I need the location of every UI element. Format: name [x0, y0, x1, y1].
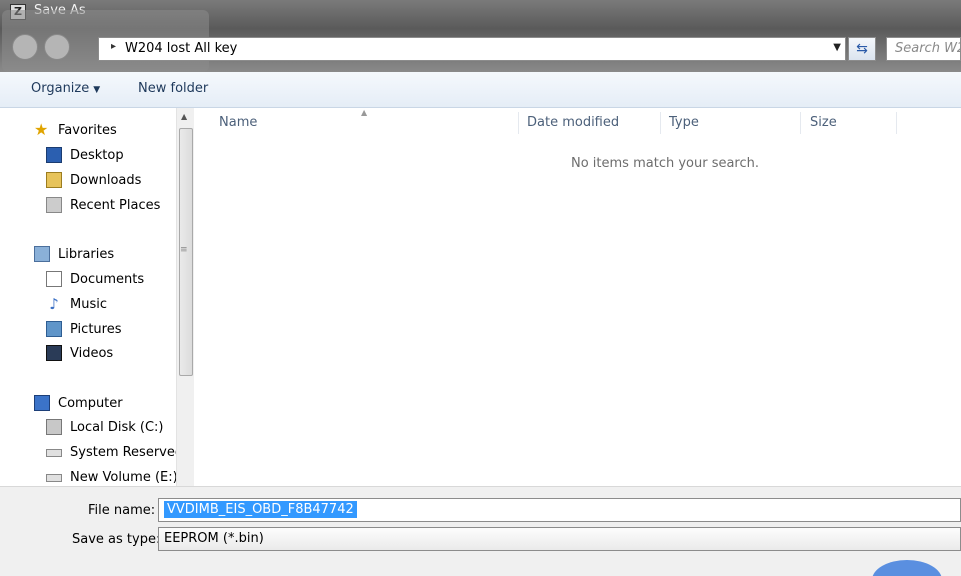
libraries-icon — [34, 246, 50, 262]
file-list[interactable]: ▲ Name Date modified Type Size No items … — [196, 108, 961, 486]
nav-pictures[interactable]: Pictures — [8, 319, 176, 341]
nav-label: Desktop — [70, 148, 124, 163]
drive-icon — [46, 449, 62, 457]
nav-label: Favorites — [58, 123, 117, 138]
new-folder-button[interactable]: New folder — [138, 81, 208, 96]
column-date-modified[interactable]: Date modified — [527, 115, 619, 130]
nav-label: Downloads — [70, 173, 142, 188]
documents-icon — [46, 271, 62, 287]
nav-label: Videos — [70, 346, 114, 361]
back-button[interactable] — [12, 34, 38, 60]
save-as-type-select[interactable]: EEPROM (*.bin) — [158, 527, 961, 551]
drive-icon — [46, 474, 62, 482]
nav-desktop[interactable]: Desktop — [8, 145, 176, 167]
pictures-icon — [46, 321, 62, 337]
column-type[interactable]: Type — [669, 115, 699, 130]
forward-button[interactable] — [44, 34, 70, 60]
sort-caret-icon: ▲ — [361, 108, 368, 117]
scroll-up-icon[interactable]: ▲ — [181, 112, 187, 121]
address-path: W204 lost All key — [125, 41, 238, 56]
nav-label: Pictures — [70, 322, 122, 337]
title-bar: Z Save As ▸ W204 lost All key ▼ ⇆ Search… — [0, 0, 961, 72]
save-as-type-label: Save as type: — [72, 532, 161, 547]
desktop-icon — [46, 147, 62, 163]
local-disk-icon — [46, 419, 62, 435]
videos-icon — [46, 345, 62, 361]
nav-label: Libraries — [58, 247, 115, 262]
grip-icon: ≡ — [180, 245, 188, 255]
search-input[interactable]: Search W20 — [886, 37, 961, 61]
nav-libraries[interactable]: Libraries — [8, 244, 176, 266]
star-icon: ★ — [34, 120, 49, 139]
nav-label: Recent Places — [70, 198, 161, 213]
column-divider[interactable] — [518, 112, 519, 134]
column-name[interactable]: Name — [219, 115, 257, 130]
nav-label: Documents — [70, 272, 145, 287]
nav-computer[interactable]: Computer — [8, 393, 176, 415]
nav-downloads[interactable]: Downloads — [8, 170, 176, 192]
column-divider[interactable] — [896, 112, 897, 134]
file-name-value: VVDIMB_EIS_OBD_F8B47742 — [164, 501, 357, 518]
computer-icon — [34, 395, 50, 411]
nav-music[interactable]: ♪ Music — [8, 294, 176, 316]
downloads-icon — [46, 172, 62, 188]
save-as-type-value: EEPROM (*.bin) — [164, 531, 264, 546]
nav-label: Computer — [58, 396, 123, 411]
chevron-down-icon[interactable]: ▼ — [833, 42, 841, 53]
column-size[interactable]: Size — [810, 115, 837, 130]
nav-favorites[interactable]: ★ Favorites — [8, 120, 176, 142]
refresh-button[interactable]: ⇆ — [848, 37, 876, 61]
nav-scrollbar[interactable]: ▲ ≡ — [176, 108, 194, 486]
address-bar[interactable]: ▸ W204 lost All key ▼ — [98, 37, 846, 61]
save-form: File name: VVDIMB_EIS_OBD_F8B47742 Save … — [0, 486, 961, 576]
chevron-right-icon: ▸ — [111, 41, 117, 52]
nav-local-disk[interactable]: Local Disk (C:) — [8, 417, 176, 439]
caret-down-icon: ▼ — [93, 85, 101, 95]
nav-system-reserved[interactable]: System Reserved — [8, 442, 183, 464]
nav-label: Local Disk (C:) — [70, 420, 164, 435]
nav-label: System Reserved — [70, 445, 184, 460]
recent-places-icon — [46, 197, 62, 213]
nav-label: New Volume (E:) — [70, 470, 178, 485]
navigation-pane: ★ Favorites Desktop Downloads Recent Pla… — [8, 108, 183, 486]
nav-documents[interactable]: Documents — [8, 269, 176, 291]
column-divider[interactable] — [800, 112, 801, 134]
organize-label: Organize — [31, 81, 90, 96]
nav-label: Music — [70, 297, 107, 312]
empty-message: No items match your search. — [571, 156, 760, 171]
refresh-icon: ⇆ — [856, 41, 868, 57]
file-name-input[interactable]: VVDIMB_EIS_OBD_F8B47742 — [158, 498, 961, 522]
file-name-label: File name: — [88, 503, 156, 518]
nav-videos[interactable]: Videos — [8, 343, 176, 365]
search-placeholder: Search W20 — [895, 41, 961, 56]
content-area: ★ Favorites Desktop Downloads Recent Pla… — [0, 108, 961, 486]
column-divider[interactable] — [660, 112, 661, 134]
music-icon: ♪ — [49, 295, 59, 313]
organize-button[interactable]: Organize ▼ — [31, 81, 100, 96]
nav-recent-places[interactable]: Recent Places — [8, 195, 176, 217]
command-bar: Organize ▼ New folder — [0, 72, 961, 108]
